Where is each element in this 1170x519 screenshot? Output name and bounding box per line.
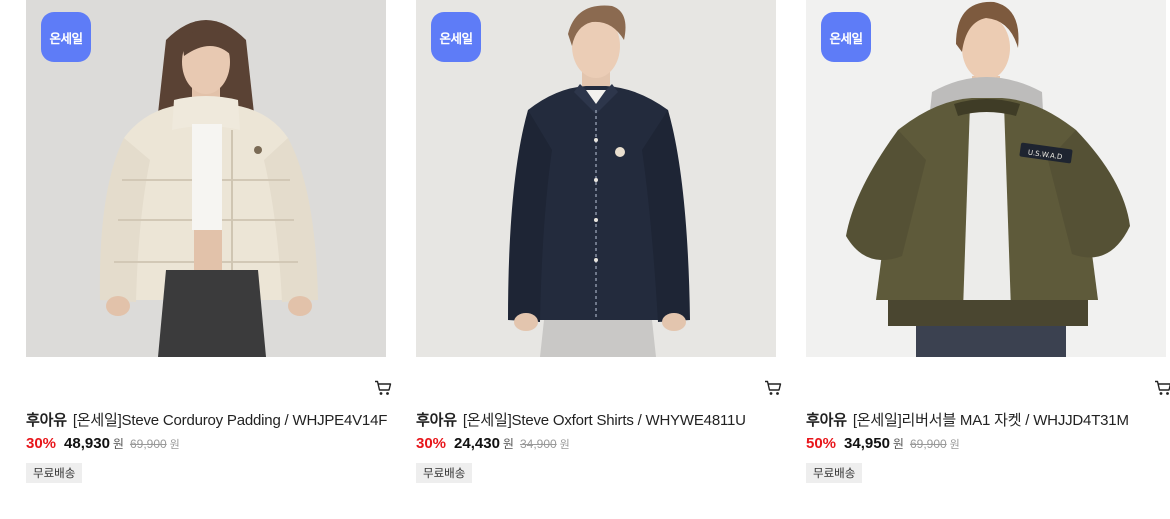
cart-icon[interactable]: [1154, 380, 1170, 396]
product-image[interactable]: 온세일: [26, 0, 386, 357]
product-image[interactable]: 온세일: [416, 0, 776, 357]
product-info: 후아유 [온세일]Steve Oxfort Shirts / WHYWE4811U…: [416, 410, 786, 483]
product-title[interactable]: 후아유 [온세일]Steve Corduroy Padding / WHJPE4V…: [26, 410, 396, 432]
product-title[interactable]: 후아유 [온세일]리버서블 MA1 자켓 / WHJJD4T31M: [806, 410, 1170, 432]
discount-rate: 30%: [416, 435, 447, 452]
onsale-badge: 온세일: [431, 12, 481, 62]
free-shipping-tag: 무료배송: [26, 463, 83, 483]
product-grid: 온세일 후아유 [온세일]Steve Corduroy Padding / WHJ…: [0, 0, 1170, 519]
price-row: 50% 34,950 원 69,900 원: [806, 434, 1170, 455]
price-row: 30% 24,430 원 34,900 원: [416, 434, 786, 455]
discount-rate: 50%: [806, 435, 837, 452]
product-brand: 후아유: [26, 412, 67, 429]
sale-price: 24,430: [454, 435, 500, 452]
onsale-badge: 온세일: [41, 12, 91, 62]
free-shipping-tag: 무료배송: [416, 463, 473, 483]
price-row: 30% 48,930 원 69,900 원: [26, 434, 396, 455]
product-name: [온세일]Steve Corduroy Padding / WHJPE4V14F: [72, 412, 388, 429]
currency-label: 원: [892, 437, 904, 451]
product-card[interactable]: U.S.W.A.D 온세일 후아유 [온세일]리버서블 MA1 자켓 / WHJJ…: [806, 0, 1170, 483]
product-image[interactable]: U.S.W.A.D 온세일: [806, 0, 1166, 357]
sale-price: 48,930: [64, 435, 110, 452]
product-title[interactable]: 후아유 [온세일]Steve Oxfort Shirts / WHYWE4811U: [416, 410, 786, 432]
sale-price: 34,950: [844, 435, 890, 452]
cart-icon[interactable]: [764, 380, 782, 396]
product-name: [온세일]리버서블 MA1 자켓 / WHJJD4T31M: [852, 412, 1129, 429]
product-card[interactable]: 온세일 후아유 [온세일]Steve Oxfort Shirts / WHYWE4…: [416, 0, 782, 483]
free-shipping-tag: 무료배송: [806, 463, 863, 483]
original-currency-label: 원: [559, 439, 570, 451]
original-currency-label: 원: [949, 439, 960, 451]
currency-label: 원: [112, 437, 124, 451]
original-currency-label: 원: [169, 439, 180, 451]
original-price: 69,900: [909, 437, 947, 451]
product-brand: 후아유: [416, 412, 457, 429]
product-info: 후아유 [온세일]Steve Corduroy Padding / WHJPE4V…: [26, 410, 396, 483]
product-info: 후아유 [온세일]리버서블 MA1 자켓 / WHJJD4T31M 50% 34,…: [806, 410, 1170, 483]
original-price: 69,900: [129, 437, 167, 451]
product-brand: 후아유: [806, 412, 847, 429]
product-name: [온세일]Steve Oxfort Shirts / WHYWE4811U: [462, 412, 746, 429]
onsale-badge: 온세일: [821, 12, 871, 62]
product-card[interactable]: 온세일 후아유 [온세일]Steve Corduroy Padding / WHJ…: [26, 0, 392, 483]
discount-rate: 30%: [26, 435, 57, 452]
cart-icon[interactable]: [374, 380, 392, 396]
currency-label: 원: [502, 437, 514, 451]
original-price: 34,900: [519, 437, 557, 451]
